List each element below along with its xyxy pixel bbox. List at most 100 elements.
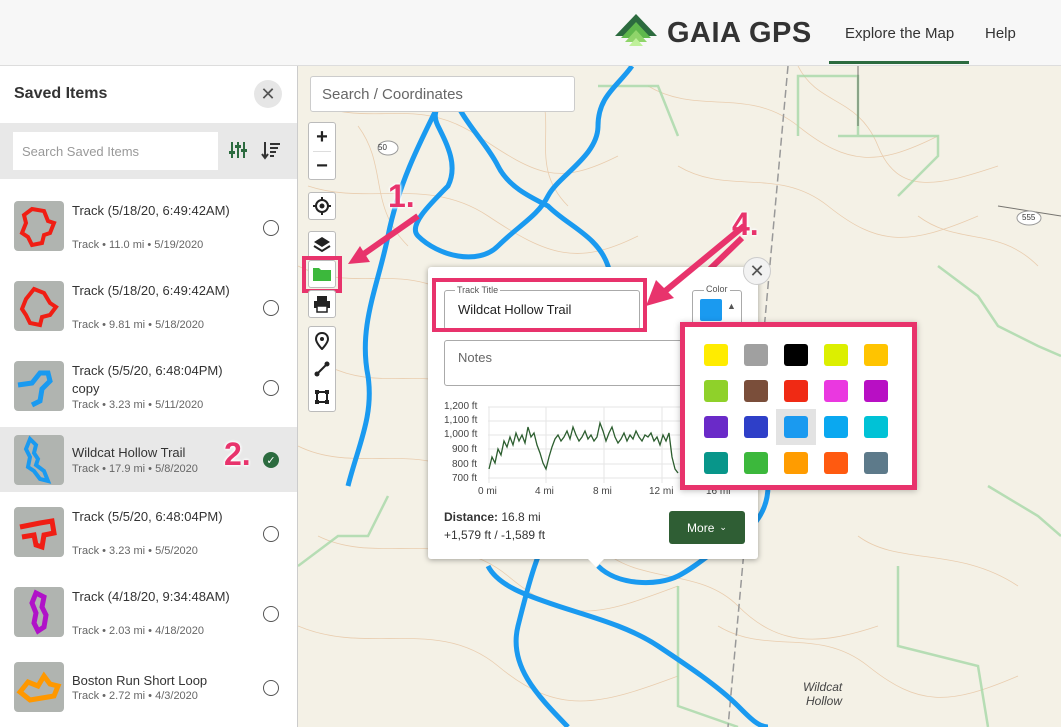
select-radio[interactable]	[263, 606, 279, 622]
color-option[interactable]	[864, 452, 888, 474]
y-tick-label: 900 ft	[452, 444, 478, 455]
layers-button[interactable]	[308, 231, 336, 259]
x-tick-label: 12 mi	[649, 486, 674, 497]
draw-area-button[interactable]	[309, 383, 335, 411]
saved-item-row[interactable]: Track (5/18/20, 6:49:42AM) Track • 11.0 …	[0, 201, 297, 281]
more-button[interactable]: More ⌄	[669, 511, 745, 544]
color-option[interactable]	[744, 416, 768, 438]
track-thumbnail	[14, 201, 64, 251]
crosshair-icon	[313, 197, 331, 215]
item-title: Boston Run Short Loop	[72, 673, 208, 688]
item-title: Track (4/18/20, 9:34:48AM)	[72, 589, 230, 604]
saved-item-row[interactable]: Track (5/5/20, 6:48:04PM) Track • 3.23 m…	[0, 507, 297, 587]
x-tick-label: 0 mi	[478, 486, 497, 497]
select-radio[interactable]	[263, 680, 279, 696]
color-option[interactable]	[704, 416, 728, 438]
item-title: Track (5/5/20, 6:48:04PM) copy	[72, 363, 223, 396]
zoom-controls: + −	[308, 122, 336, 180]
y-tick-label: 800 ft	[452, 459, 478, 470]
item-meta: Track • 2.72 mi • 4/3/2020	[72, 690, 198, 702]
saved-items-toolbar	[0, 123, 297, 179]
y-tick-label: 1,100 ft	[444, 415, 478, 426]
item-title: Track (5/18/20, 6:49:42AM)	[72, 203, 230, 218]
select-radio[interactable]	[263, 220, 279, 236]
item-meta: Track • 3.23 mi • 5/11/2020	[72, 399, 204, 411]
close-panel-button[interactable]: ✕	[254, 80, 282, 108]
print-button[interactable]	[308, 290, 336, 318]
track-thumbnail	[14, 281, 64, 331]
track-thumbnail	[14, 587, 64, 637]
color-option[interactable]	[704, 380, 728, 402]
road-label: 50	[378, 143, 387, 152]
step-1-label: 1.	[388, 178, 415, 214]
selected-check[interactable]: ✓	[263, 452, 279, 468]
color-option[interactable]	[864, 416, 888, 438]
draw-route-button[interactable]	[309, 355, 335, 383]
saved-item-row[interactable]: Track (4/18/20, 9:34:48AM) Track • 2.03 …	[0, 587, 297, 667]
select-radio[interactable]	[263, 380, 279, 396]
active-nav-indicator	[829, 61, 969, 64]
item-meta: Track • 2.03 mi • 4/18/2020	[72, 625, 205, 637]
road-label: 555	[1022, 213, 1036, 222]
locate-button[interactable]	[308, 192, 336, 220]
color-option[interactable]	[744, 452, 768, 474]
gaia-logo[interactable]: GAIA GPS	[613, 12, 812, 54]
color-option[interactable]	[784, 380, 808, 402]
color-option[interactable]	[824, 344, 848, 366]
saved-item-row[interactable]: Track (5/18/20, 6:49:42AM) Track • 9.81 …	[0, 281, 297, 361]
item-meta: Track • 17.9 mi • 5/8/2020	[72, 463, 198, 475]
popup-pointer	[586, 557, 606, 567]
brand-name: GAIA GPS	[667, 16, 812, 49]
saved-item-row[interactable]: Boston Run Short Loop Track • 2.72 mi • …	[0, 662, 297, 727]
item-meta: Track • 3.23 mi • 5/5/2020	[72, 545, 198, 557]
color-option[interactable]	[824, 380, 848, 402]
create-tools	[308, 326, 336, 412]
color-option[interactable]	[784, 452, 808, 474]
track-thumbnail	[14, 507, 64, 557]
more-label: More	[687, 520, 715, 535]
y-tick-label: 700 ft	[452, 473, 478, 484]
color-option[interactable]	[784, 344, 808, 366]
distance-label: Distance:	[444, 510, 499, 524]
layers-icon	[313, 237, 331, 253]
zoom-out-button[interactable]: −	[309, 152, 335, 180]
printer-icon	[314, 296, 330, 313]
select-radio[interactable]	[263, 300, 279, 316]
color-option[interactable]	[824, 452, 848, 474]
nav-help[interactable]: Help	[985, 25, 1016, 42]
color-option[interactable]	[744, 344, 768, 366]
area-polygon-icon	[315, 390, 329, 404]
check-icon: ✓	[266, 454, 276, 467]
y-tick-label: 1,000 ft	[444, 429, 478, 440]
place-label: Hollow	[806, 694, 843, 708]
saved-items-panel: Saved Items ✕ Track (5/18/20, 6:49:42AM)…	[0, 66, 298, 727]
app-header: GAIA GPS Explore the Map Help	[0, 0, 1061, 66]
filter-sliders-icon[interactable]	[228, 140, 248, 160]
color-option[interactable]	[824, 416, 848, 438]
saved-item-row-selected[interactable]: Wildcat Hollow Trail Track • 17.9 mi • 5…	[0, 427, 297, 492]
track-thumbnail	[14, 435, 64, 485]
item-title: Wildcat Hollow Trail	[72, 445, 186, 460]
map-search-input[interactable]	[310, 76, 575, 112]
track-thumbnail	[14, 361, 64, 411]
color-option[interactable]	[864, 380, 888, 402]
search-saved-items-input[interactable]	[13, 132, 218, 170]
sort-icon[interactable]	[261, 140, 281, 160]
annotation-arrow	[646, 223, 746, 306]
item-meta: Track • 11.0 mi • 5/19/2020	[72, 239, 204, 251]
color-option[interactable]	[864, 344, 888, 366]
color-option[interactable]	[744, 380, 768, 402]
elevation-gain-readout: +1,579 ft / -1,589 ft	[444, 528, 546, 542]
nav-explore-the-map[interactable]: Explore the Map	[845, 25, 954, 42]
step-2-label: 2.	[224, 436, 251, 472]
x-tick-label: 8 mi	[593, 486, 612, 497]
zoom-in-button[interactable]: +	[309, 123, 335, 151]
add-waypoint-button[interactable]	[309, 327, 335, 355]
item-title: Track (5/5/20, 6:48:04PM)	[72, 509, 223, 524]
annotation-arrow	[348, 213, 420, 264]
color-option[interactable]	[704, 452, 728, 474]
color-option[interactable]	[784, 416, 808, 438]
color-option[interactable]	[704, 344, 728, 366]
minus-icon: −	[316, 154, 328, 177]
select-radio[interactable]	[263, 526, 279, 542]
